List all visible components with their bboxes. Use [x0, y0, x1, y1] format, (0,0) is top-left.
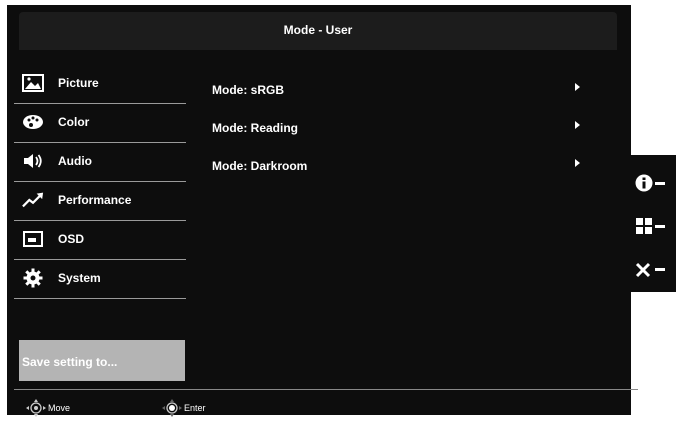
sidebar-item-label: Color — [58, 115, 90, 129]
dash-icon — [655, 267, 665, 271]
sidebar-item-picture[interactable]: Picture — [14, 65, 186, 104]
info-icon — [635, 174, 653, 192]
close-key[interactable] — [631, 249, 676, 289]
hotkey-bar — [631, 155, 676, 292]
submenu-item-label: Mode: sRGB — [212, 83, 284, 97]
joystick-move-icon — [26, 399, 46, 417]
dash-icon — [655, 181, 665, 185]
trend-icon — [22, 190, 44, 210]
submenu-item-label: Mode: Reading — [212, 121, 298, 135]
sidebar-item-osd[interactable]: OSD — [14, 221, 186, 260]
submenu-item-label: Mode: Darkroom — [212, 159, 308, 173]
mode-srgb-item[interactable]: Mode: sRGB — [212, 75, 592, 113]
mode-reading-item[interactable]: Mode: Reading — [212, 113, 592, 151]
sidebar-item-label: OSD — [58, 232, 85, 246]
close-icon — [635, 262, 651, 278]
osd-icon — [22, 229, 44, 249]
mode-darkroom-item[interactable]: Mode: Darkroom — [212, 151, 592, 189]
sidebar-item-label: Performance — [58, 193, 132, 207]
gear-icon — [22, 268, 44, 288]
save-setting-button[interactable]: Save setting to... — [19, 340, 185, 381]
osd-header: Mode - User — [19, 12, 617, 50]
palette-icon — [22, 112, 44, 132]
picture-icon — [22, 73, 44, 93]
sidebar-item-system[interactable]: System — [14, 260, 186, 299]
joystick-enter-icon — [162, 399, 182, 417]
save-setting-label: Save setting to... — [22, 355, 118, 369]
move-label: Move — [48, 403, 71, 413]
sidebar-item-color[interactable]: Color — [14, 104, 186, 143]
sidebar-item-label: System — [58, 271, 101, 285]
chevron-right-icon — [575, 159, 580, 167]
menu-key[interactable] — [631, 206, 676, 246]
sidebar: Picture Color Audio Performance OSD Syst… — [14, 65, 186, 299]
chevron-right-icon — [575, 121, 580, 129]
page-title: Mode - User — [283, 23, 353, 37]
grid-icon — [636, 218, 652, 234]
footer: Move Enter — [14, 395, 638, 420]
dash-icon — [655, 224, 665, 228]
footer-enter: Enter — [162, 399, 206, 417]
osd-window: Mode - User Picture Color Audio Performa… — [7, 5, 638, 417]
footer-move: Move — [26, 399, 70, 417]
chevron-right-icon — [575, 83, 580, 91]
footer-divider — [14, 389, 638, 390]
info-key[interactable] — [631, 163, 676, 203]
enter-label: Enter — [184, 403, 206, 413]
sidebar-item-label: Picture — [58, 76, 99, 90]
sidebar-item-label: Audio — [58, 154, 92, 168]
submenu: Mode: sRGB Mode: Reading Mode: Darkroom — [212, 75, 592, 189]
sidebar-item-audio[interactable]: Audio — [14, 143, 186, 182]
speaker-icon — [22, 151, 44, 171]
sidebar-item-performance[interactable]: Performance — [14, 182, 186, 221]
